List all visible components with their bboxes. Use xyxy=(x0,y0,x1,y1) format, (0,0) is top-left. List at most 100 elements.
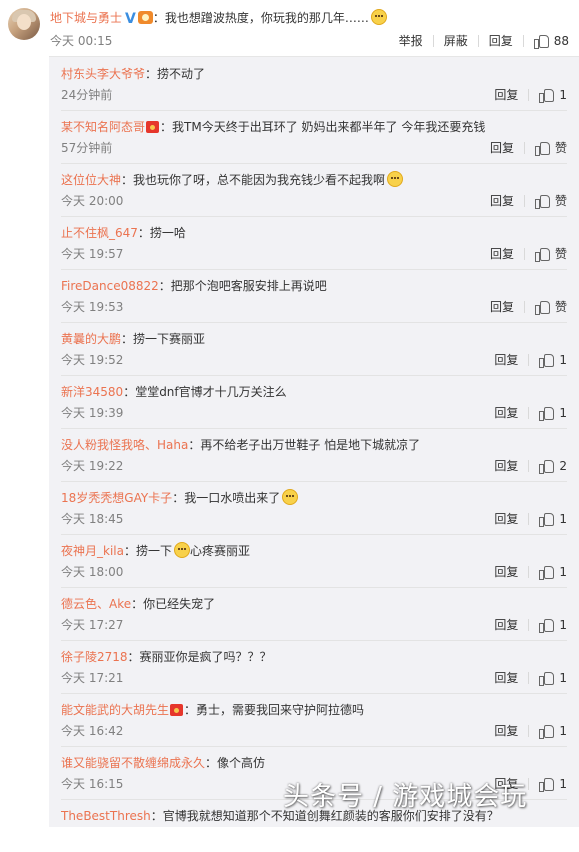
reply-text: ：赛丽亚你是疯了吗？？？ xyxy=(127,650,272,664)
reply-button[interactable]: 回复 xyxy=(494,669,528,686)
emoji-icon xyxy=(282,489,299,505)
reply-button[interactable]: 回复 xyxy=(490,298,524,315)
like-button[interactable]: 赞 xyxy=(525,298,567,315)
block-button[interactable]: 屏蔽 xyxy=(434,32,478,49)
reply-time: 今天 18:45 xyxy=(61,512,124,526)
reply-button[interactable]: 回复 xyxy=(494,722,528,739)
reply-button[interactable]: 回复 xyxy=(494,404,528,421)
reply-item: 没人粉我怪我咯、Haha：再不给老子出万世鞋子 怕是地下城就凉了 今天 19:2… xyxy=(61,428,567,482)
reply-item: 村东头李大爷爷：捞不动了 24分钟前 回复 1 xyxy=(61,57,567,111)
reply-item: 这位位大神：我也玩你了呀，总不能因为我充钱少看不起我啊 今天 20:00 回复 赞 xyxy=(61,163,567,217)
reply-button[interactable]: 回复 xyxy=(494,616,528,633)
like-button[interactable]: 1 xyxy=(529,87,567,103)
like-button[interactable]: 1 xyxy=(529,724,567,739)
reply-button[interactable]: 回复 xyxy=(490,139,524,156)
thumbs-up-icon xyxy=(539,406,555,421)
reply-text: ：我TM今天终于出耳环了 奶妈出来都半年了 今年我还要充钱 xyxy=(160,120,486,134)
like-button[interactable]: 1 xyxy=(529,776,567,792)
reply-username[interactable]: 这位位大神 xyxy=(61,173,121,187)
thumbs-up-icon xyxy=(534,300,550,315)
reply-username[interactable]: 止不住枫_647 xyxy=(61,226,138,240)
reply-username[interactable]: FireDance08822 xyxy=(61,279,159,293)
thumbs-up-icon xyxy=(539,777,555,792)
thumbs-up-icon xyxy=(539,512,555,527)
reply-username[interactable]: 新洋34580 xyxy=(61,385,123,399)
reply-time: 今天 19:57 xyxy=(61,247,124,261)
reply-button[interactable]: 回复 xyxy=(494,351,528,368)
reply-time: 今天 17:21 xyxy=(61,671,124,685)
reply-text: ：像个高仿 xyxy=(205,756,266,770)
reply-text: ：勇士，需要我回来守护阿拉德吗 xyxy=(184,703,365,717)
reply-username[interactable]: TheBestThresh xyxy=(61,809,151,823)
reply-time: 今天 16:15 xyxy=(61,777,124,791)
reply-username[interactable]: 村东头李大爷爷 xyxy=(61,67,145,81)
thumbs-up-icon xyxy=(534,141,550,156)
reply-username[interactable]: 能文能武的大胡先生 xyxy=(61,703,169,717)
like-button[interactable]: 2 xyxy=(529,458,567,474)
like-button[interactable]: 赞 xyxy=(525,192,567,209)
reply-username[interactable]: 夜神月_kila xyxy=(61,544,124,558)
reply-text: ：我也玩你了呀，总不能因为我充钱少看不起我啊 xyxy=(121,173,386,187)
reply-text: ：我一口水喷出来了 xyxy=(172,491,281,505)
watermark: 头条号 / 游戏城会玩 xyxy=(283,782,528,812)
like-count: 赞 xyxy=(554,300,567,314)
reply-item: 徐子陵2718：赛丽亚你是疯了吗？？？ 今天 17:21 回复 1 xyxy=(61,640,567,694)
reply-username[interactable]: 18岁秃秃想GAY卡子 xyxy=(61,491,172,505)
reply-time: 今天 19:39 xyxy=(61,406,124,420)
reply-time: 今天 17:27 xyxy=(61,618,124,632)
like-count: 2 xyxy=(559,458,567,473)
thumbs-up-icon xyxy=(539,459,555,474)
reply-button[interactable]: 回复 xyxy=(490,192,524,209)
like-count: 1 xyxy=(559,776,567,791)
reply-button[interactable]: 回复 xyxy=(494,457,528,474)
reply-button[interactable]: 回复 xyxy=(494,563,528,580)
reply-time: 今天 20:00 xyxy=(61,194,124,208)
reply-username[interactable]: 黄曩的大鹏 xyxy=(61,332,121,346)
reply-button[interactable]: 回复 xyxy=(494,86,528,103)
like-count: 1 xyxy=(559,87,567,102)
emoji-icon xyxy=(387,171,404,187)
reply-text: ：捞一下赛丽亚 xyxy=(121,332,206,346)
reply-button[interactable]: 回复 xyxy=(490,245,524,262)
like-button[interactable]: 1 xyxy=(529,618,567,633)
like-button[interactable]: 1 xyxy=(529,670,567,686)
like-button[interactable]: 1 xyxy=(529,406,567,421)
reply-item: 新洋34580：堂堂dnf官博才十几万关注么 今天 19:39 回复 1 xyxy=(61,375,567,429)
like-button[interactable]: 88 xyxy=(524,33,569,49)
verified-icon: V xyxy=(125,11,136,27)
main-comment-username[interactable]: 地下城与勇士 xyxy=(50,11,122,25)
report-button[interactable]: 举报 xyxy=(389,32,433,49)
like-button[interactable]: 赞 xyxy=(525,245,567,262)
like-button[interactable]: 1 xyxy=(529,511,567,527)
main-comment-line: 地下城与勇士 V ：我也想蹭波热度，你玩我的那几年…… xyxy=(50,9,387,27)
like-count: 1 xyxy=(559,511,567,526)
like-button[interactable]: 1 xyxy=(529,353,567,368)
like-count: 1 xyxy=(559,670,567,685)
reply-item: 某不知名阿态哥 ：我TM今天终于出耳环了 奶妈出来都半年了 今年我还要充钱 57分… xyxy=(61,110,567,164)
like-button[interactable]: 1 xyxy=(529,565,567,580)
thumbs-up-icon xyxy=(539,724,555,739)
reply-item: 夜神月_kila：捞一下 心疼赛丽亚 今天 18:00 回复 1 xyxy=(61,534,567,588)
reply-username[interactable]: 德云色、Ake xyxy=(61,597,131,611)
reply-button[interactable]: 回复 xyxy=(479,32,523,49)
reply-time: 57分钟前 xyxy=(61,141,113,155)
reply-button[interactable]: 回复 xyxy=(494,510,528,527)
reply-username[interactable]: 徐子陵2718 xyxy=(61,650,128,664)
thumbs-up-icon xyxy=(539,618,555,633)
reply-text-continued: 心疼赛丽亚 xyxy=(190,544,251,558)
main-comment-actions: 举报 屏蔽 回复 88 xyxy=(389,32,569,49)
reply-username[interactable]: 谁又能骁留不散缠绵成永久 xyxy=(61,756,205,770)
reply-time: 今天 18:00 xyxy=(61,565,124,579)
reply-text: ：捞不动了 xyxy=(145,67,206,81)
reply-username[interactable]: 某不知名阿态哥 xyxy=(61,120,145,134)
main-comment-text: ：我也想蹭波热度，你玩我的那几年…… xyxy=(152,11,369,25)
like-button[interactable]: 赞 xyxy=(525,139,567,156)
thumbs-up-icon xyxy=(534,247,550,262)
like-count: 88 xyxy=(553,33,569,48)
thumbs-up-icon xyxy=(534,194,550,209)
thumbs-up-icon xyxy=(533,34,549,49)
like-count: 赞 xyxy=(554,141,567,155)
reply-username[interactable]: 没人粉我怪我咯、Haha xyxy=(61,438,188,452)
avatar-face xyxy=(17,14,31,30)
user-avatar[interactable] xyxy=(8,8,40,40)
